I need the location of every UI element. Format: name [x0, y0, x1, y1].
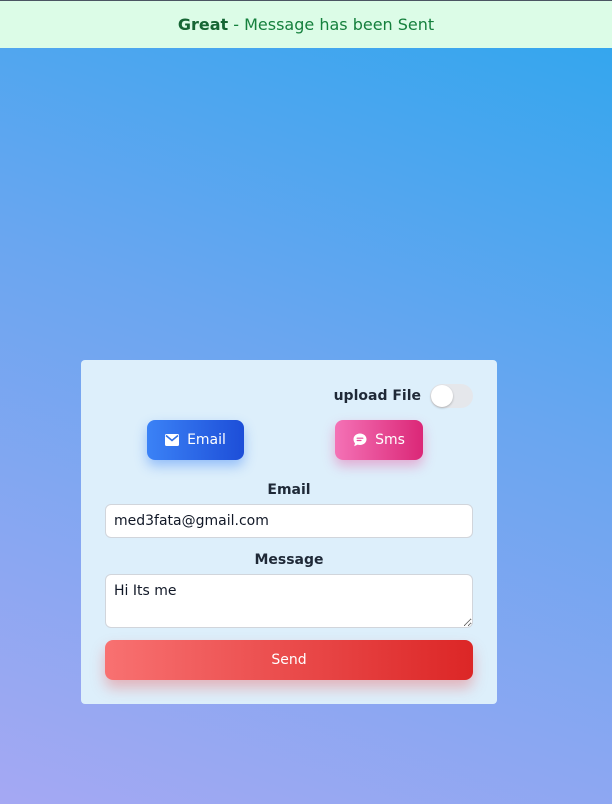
sms-mode-label: Sms — [375, 432, 405, 448]
sms-mode-button[interactable]: Sms — [335, 420, 423, 460]
upload-file-row: upload File — [334, 384, 473, 408]
email-mode-button[interactable]: Email — [147, 420, 244, 460]
mail-icon — [165, 434, 180, 446]
upload-file-toggle[interactable] — [430, 384, 473, 408]
chat-bubble-icon — [353, 433, 367, 447]
alert-title: Great — [177, 15, 229, 34]
alert-separator: - — [228, 15, 245, 34]
toggle-knob — [431, 385, 453, 407]
email-field[interactable] — [105, 504, 473, 538]
message-form-card: upload File Email Sms Email Message Hi I… — [81, 360, 497, 704]
success-alert: Great - Message has been Sent — [0, 0, 612, 48]
upload-file-label: upload File — [333, 388, 421, 404]
email-mode-label: Email — [187, 432, 226, 448]
send-button[interactable]: Send — [105, 640, 473, 680]
email-field-label: Email — [267, 482, 311, 498]
message-field-label: Message — [254, 552, 324, 568]
message-field[interactable]: Hi Its me — [105, 574, 473, 628]
alert-message: Message has been Sent — [244, 15, 435, 34]
